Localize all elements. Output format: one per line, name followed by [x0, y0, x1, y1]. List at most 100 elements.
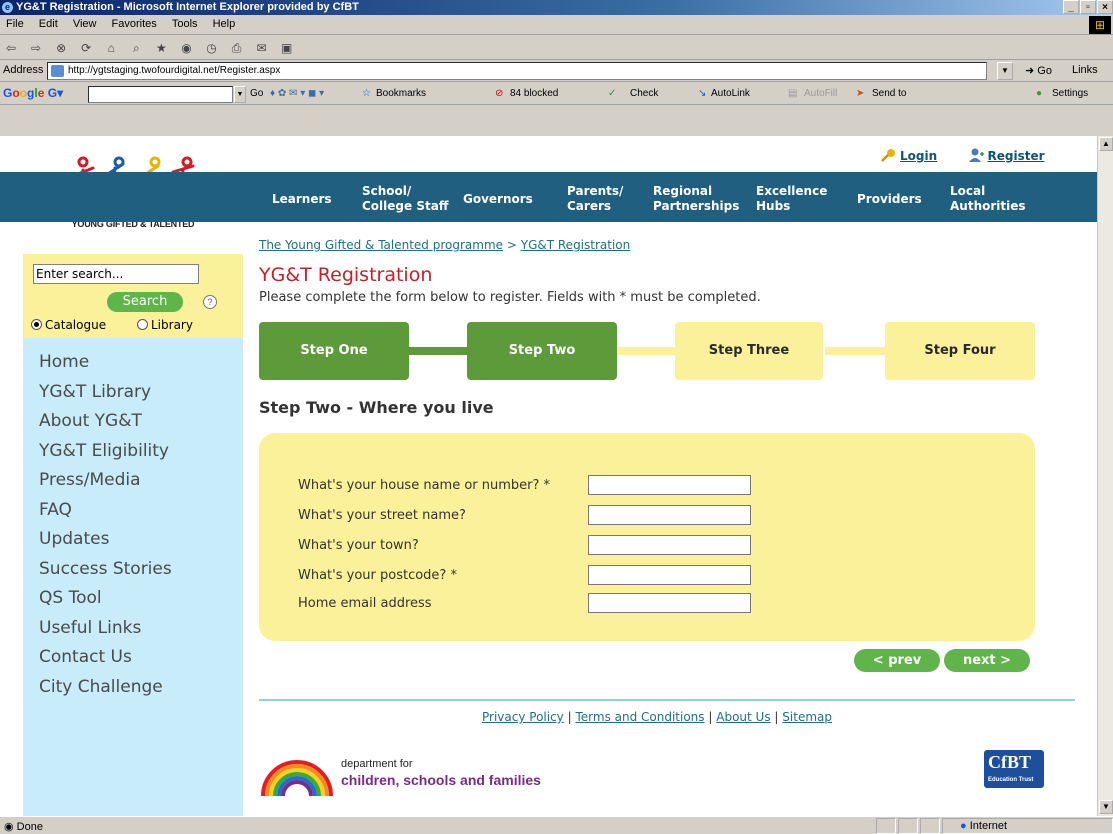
radio-catalogue-dot	[31, 319, 42, 330]
print-icon[interactable]: ⎙	[229, 40, 245, 56]
menu-favorites[interactable]: Favorites	[106, 15, 163, 30]
nav-city-challenge[interactable]: City Challenge	[23, 677, 243, 707]
menu-file[interactable]: File	[0, 15, 30, 30]
register-link[interactable]: Register	[988, 149, 1045, 163]
google-logo[interactable]: Google G▾	[3, 86, 63, 100]
cfbt-name: CfBT	[988, 752, 1032, 772]
email-input[interactable]	[588, 593, 751, 613]
nav-updates[interactable]: Updates	[23, 529, 243, 559]
search-box: Search ? Catalogue Library	[23, 254, 243, 338]
forward-icon[interactable]: ⇨	[28, 40, 44, 56]
nav-qs-tool[interactable]: QS Tool	[23, 588, 243, 618]
nav-faq[interactable]: FAQ	[23, 500, 243, 530]
privacy-link[interactable]: Privacy Policy	[482, 710, 564, 724]
dcsf-logo[interactable]: department for children, schools and fam…	[259, 754, 559, 798]
check-button[interactable]: Check	[630, 88, 658, 99]
links-button[interactable]: Links	[1072, 64, 1098, 76]
refresh-icon[interactable]: ⟳	[78, 40, 94, 56]
menu-tools[interactable]: Tools	[166, 15, 204, 30]
about-link[interactable]: About Us	[716, 710, 770, 724]
sitemap-link[interactable]: Sitemap	[782, 710, 832, 724]
search-button[interactable]: Search	[107, 292, 183, 312]
topnav-governors[interactable]: Governors	[463, 192, 533, 207]
login-link[interactable]: Login	[900, 149, 937, 163]
step-two: Step Two	[467, 322, 617, 380]
topnav-parents-line2: Carers	[567, 199, 612, 213]
window-titlebar[interactable]: e YG&T Registration - Microsoft Internet…	[0, 0, 1113, 15]
radio-library[interactable]: Library	[137, 318, 193, 332]
status-done-label: Done	[16, 821, 43, 833]
search-icon[interactable]: ⌕	[128, 40, 144, 56]
town-input[interactable]	[588, 535, 751, 555]
google-tools-icons[interactable]: ♦ ✿ ✉ ▾ ◼ ▾	[270, 88, 324, 99]
cfbt-sub: Education Trust	[988, 777, 1034, 783]
minimize-button[interactable]: _	[1063, 0, 1079, 14]
menu-edit[interactable]: Edit	[33, 15, 64, 30]
back-icon[interactable]: ⇦	[3, 40, 19, 56]
favorites-icon[interactable]: ★	[153, 40, 169, 56]
cfbt-logo[interactable]: CfBT Education Trust	[984, 750, 1044, 788]
close-button[interactable]: ×	[1097, 0, 1113, 14]
topnav-local-line2: Authorities	[950, 199, 1026, 213]
media-icon[interactable]: ◉	[178, 40, 194, 56]
town-label: What's your town?	[298, 538, 419, 553]
go-button[interactable]: ➜ Go	[1025, 64, 1052, 77]
next-button[interactable]: next >	[944, 649, 1030, 672]
nav-press-media[interactable]: Press/Media	[23, 470, 243, 500]
scroll-up-icon[interactable]: ▲	[1099, 137, 1113, 151]
home-icon[interactable]: ⌂	[103, 40, 119, 56]
windows-logo-icon: ⊞	[1089, 16, 1111, 34]
google-go-button[interactable]: Go	[250, 88, 263, 99]
breadcrumb-current-link[interactable]: YG&T Registration	[521, 238, 631, 252]
discuss-icon[interactable]: ▣	[279, 40, 295, 56]
topnav-school-staff[interactable]: School/College Staff	[362, 184, 449, 214]
nav-about[interactable]: About YG&T	[23, 411, 243, 441]
google-search-dropdown-icon[interactable]: ▼	[234, 86, 246, 103]
topnav-excellence-line2: Hubs	[756, 199, 791, 213]
nav-useful-links[interactable]: Useful Links	[23, 618, 243, 648]
site-search-input[interactable]	[33, 264, 199, 284]
restore-button[interactable]: ▫	[1080, 0, 1096, 14]
page-icon	[51, 65, 64, 77]
topnav-local-authorities[interactable]: Local Authorities	[950, 184, 1026, 214]
google-search-input[interactable]	[88, 86, 233, 103]
help-icon[interactable]: ?	[203, 295, 217, 309]
autolink-icon: ↘	[698, 88, 707, 99]
breadcrumb-home-link[interactable]: The Young Gifted & Talented programme	[259, 238, 503, 252]
nav-eligibility[interactable]: YG&T Eligibility	[23, 441, 243, 471]
nav-home[interactable]: Home	[23, 352, 243, 382]
vertical-scrollbar[interactable]: ▲ ▼	[1097, 136, 1113, 816]
topnav-excellence-hubs[interactable]: Excellence Hubs	[756, 184, 827, 214]
stop-icon[interactable]: ⊗	[53, 40, 69, 56]
address-input[interactable]: http://ygtstaging.twofourdigital.net/Reg…	[47, 62, 987, 80]
user-icon	[968, 148, 984, 162]
rainbow-icon	[261, 760, 333, 796]
topnav-regional-partnerships[interactable]: Regional Partnerships	[653, 184, 739, 214]
topnav-regional-line2: Partnerships	[653, 199, 740, 213]
radio-catalogue[interactable]: Catalogue	[31, 318, 106, 332]
address-dropdown-icon[interactable]: ▼	[997, 62, 1013, 80]
street-input[interactable]	[588, 505, 751, 525]
nav-library[interactable]: YG&T Library	[23, 382, 243, 412]
topnav-providers[interactable]: Providers	[857, 192, 922, 207]
nav-success-stories[interactable]: Success Stories	[23, 559, 243, 589]
autolink-button[interactable]: AutoLink	[711, 88, 750, 99]
house-input[interactable]	[588, 475, 751, 495]
nav-contact-us[interactable]: Contact Us	[23, 647, 243, 677]
messenger-icon[interactable]: ✉	[254, 40, 270, 56]
history-icon[interactable]: ◷	[204, 40, 220, 56]
sendto-button[interactable]: Send to	[872, 88, 906, 99]
autofill-button[interactable]: AutoFill	[804, 88, 837, 99]
popup-blocked-count[interactable]: 84 blocked	[510, 88, 558, 99]
menu-help[interactable]: Help	[207, 15, 242, 30]
scroll-down-icon[interactable]: ▼	[1099, 800, 1113, 814]
settings-button[interactable]: Settings	[1052, 88, 1088, 99]
topnav-parents-carers[interactable]: Parents/Carers	[567, 184, 623, 214]
step-one: Step One	[259, 322, 409, 380]
postcode-input[interactable]	[588, 565, 751, 585]
bookmarks-button[interactable]: Bookmarks	[376, 88, 426, 99]
topnav-learners[interactable]: Learners	[272, 192, 332, 207]
terms-link[interactable]: Terms and Conditions	[575, 710, 704, 724]
menu-view[interactable]: View	[67, 15, 103, 30]
prev-button[interactable]: < prev	[854, 649, 940, 672]
